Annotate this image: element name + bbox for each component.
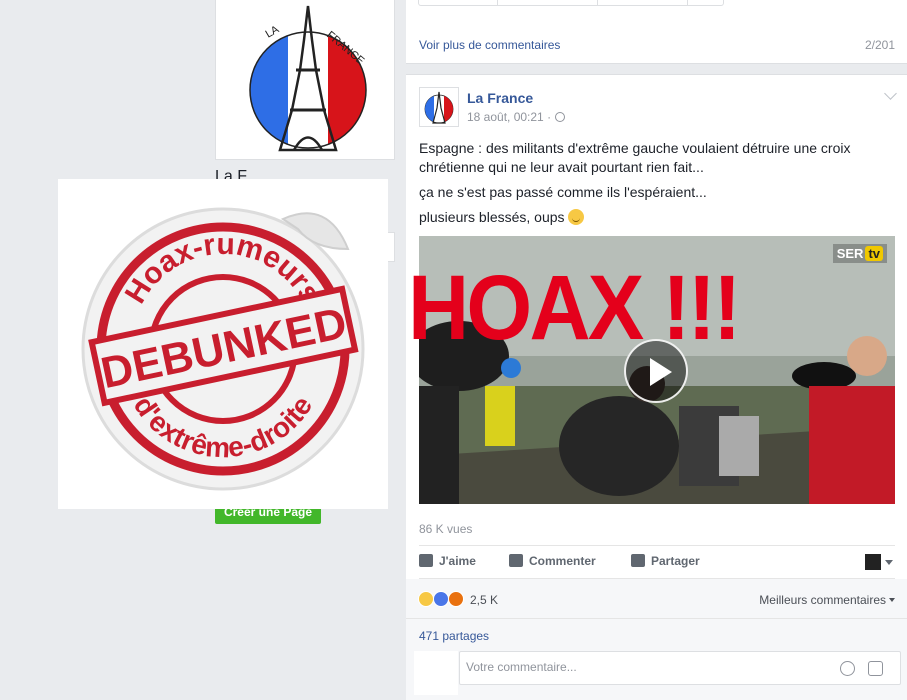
post-author[interactable]: La France	[467, 90, 533, 106]
share-button[interactable]: Partager	[631, 554, 700, 568]
page-thumbnail-icon	[865, 554, 881, 570]
post-date[interactable]: 18 août, 00:21 ·	[467, 110, 551, 124]
reactions-row: 2,5 K Meilleurs commentaires	[406, 579, 907, 619]
post-action-bar: J'aime Commenter Partager	[419, 545, 895, 579]
top-tab-strip	[418, 0, 724, 6]
avatar-logo-icon	[424, 91, 454, 124]
share-count-link[interactable]: 471 partages	[419, 629, 489, 643]
reaction-count[interactable]: 2,5 K	[470, 593, 498, 607]
like-reaction-icon[interactable]	[433, 591, 449, 607]
hoax-overlay-text: HOAX !!!	[408, 257, 741, 359]
see-more-comments-link[interactable]: Voir plus de commentaires	[419, 38, 560, 52]
post-card: La France 18 août, 00:21 · Espagne : des…	[406, 74, 907, 700]
comment-input[interactable]: Votre commentaire...	[459, 651, 901, 685]
svg-text:LA: LA	[264, 23, 282, 40]
speech-bubble-icon	[509, 554, 523, 567]
thumbs-up-icon	[419, 554, 433, 567]
globe-icon	[555, 112, 566, 122]
post-text-line: plusieurs blessés, oups	[419, 208, 889, 227]
post-meta: 18 août, 00:21 ·	[467, 110, 566, 124]
comment-sort-dropdown[interactable]: Meilleurs commentaires	[759, 593, 895, 607]
emoji-icon[interactable]	[840, 661, 855, 676]
post-text: Espagne : des militants d'extrême gauche…	[419, 139, 889, 233]
comments-header-card: Voir plus de commentaires 2/201	[406, 0, 907, 64]
angry-reaction-icon[interactable]	[448, 591, 464, 607]
comment-composer: Votre commentaire...	[406, 649, 907, 700]
caret-down-icon	[885, 560, 893, 565]
post-avatar[interactable]	[419, 87, 459, 127]
post-text-line: ça ne s'est pas passé comme ils l'espéra…	[419, 184, 707, 200]
share-as-selector[interactable]	[865, 554, 895, 570]
comment-button[interactable]: Commenter	[509, 554, 596, 568]
sticker-icon[interactable]	[868, 661, 883, 676]
wink-emoji-icon	[568, 209, 585, 225]
debunked-sticker: Hoax-rumeurs d'extrême-droite DEBUNKED	[58, 179, 388, 509]
post-text-line: Espagne : des militants d'extrême gauche…	[419, 140, 851, 175]
view-count: 86 K vues	[419, 522, 473, 536]
commenter-avatar	[414, 651, 458, 695]
share-arrow-icon	[631, 554, 645, 567]
haha-reaction-icon[interactable]	[418, 591, 434, 607]
la-france-logo: LA FRANCE	[249, 5, 367, 152]
comment-count: 2/201	[864, 38, 895, 52]
shares-row: 471 partages	[406, 619, 907, 649]
like-button[interactable]: J'aime	[419, 554, 476, 568]
page-logo-card[interactable]: LA FRANCE	[215, 0, 395, 160]
post-options-chevron-icon[interactable]	[884, 87, 897, 100]
ser-tv-logo: SER tv	[832, 244, 887, 263]
